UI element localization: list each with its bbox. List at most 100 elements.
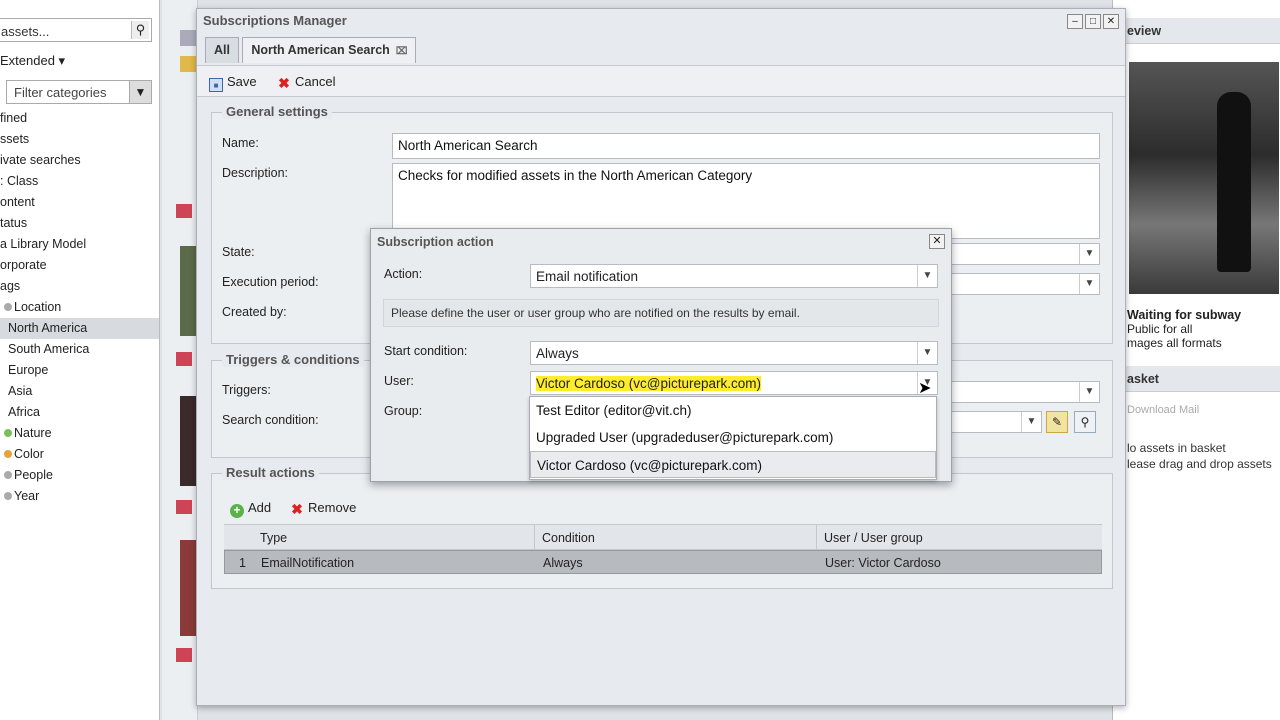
preview-image[interactable] [1129,62,1279,294]
save-icon: ■ [209,78,223,92]
asset-type-icon [176,500,192,514]
category-item-europe[interactable]: Europe [0,360,159,381]
category-item-north-america[interactable]: North America [0,318,159,339]
add-icon: + [230,504,244,518]
action-label: Action: [384,267,423,281]
preview-caption-line1: Public for all [1127,322,1193,336]
dropdown-option[interactable]: Upgraded User (upgradeduser@picturepark.… [530,424,936,451]
basket-header: asket [1113,366,1280,392]
result-actions-grid: Type Condition User / User group 1 Email… [224,524,1102,574]
asset-thumbnail[interactable] [180,540,196,636]
tab-close-icon[interactable]: ⌧ [396,46,408,57]
filter-categories-placeholder: Filter categories [14,85,107,100]
start-condition-select[interactable]: Always ▼ [530,341,938,365]
category-tree: fined ssets ivate searches : Class onten… [0,108,159,507]
category-item[interactable]: : Class [0,171,159,192]
color-icon [4,450,12,458]
preview-caption-title: Waiting for subway [1127,308,1242,322]
filter-categories-input[interactable]: Filter categories ▼ [6,80,152,104]
dropdown-option[interactable]: Test Editor (editor@vit.ch) [530,397,936,424]
nature-icon [4,429,12,437]
asset-thumbnail[interactable] [180,246,196,336]
people-icon [4,471,12,479]
tab-all[interactable]: All [205,37,239,63]
search-condition-label: Search condition: [222,413,319,427]
dialog-note: Please define the user or user group who… [383,299,939,327]
chevron-down-icon[interactable]: ▼ [1079,244,1099,264]
user-dropdown-list: Test Editor (editor@vit.ch) Upgraded Use… [529,396,937,480]
tab-north-american-search[interactable]: North American Search ⌧ [242,37,417,63]
search-icon[interactable]: ⚲ [1074,411,1096,433]
category-item[interactable]: ags [0,276,159,297]
asset-search-input[interactable]: assets... ⚲ [0,18,152,42]
category-item-nature[interactable]: Nature [0,423,159,444]
column-condition[interactable]: Condition [542,531,595,545]
category-item[interactable]: fined [0,108,159,129]
chevron-down-icon[interactable]: ▼ [917,342,937,364]
execution-period-label: Execution period: [222,275,319,289]
remove-icon: ✖ [291,501,303,517]
asset-type-icon [176,352,192,366]
category-item[interactable]: ontent [0,192,159,213]
remove-button[interactable]: ✖ Remove [290,500,356,516]
category-item[interactable]: ivate searches [0,150,159,171]
asset-thumbnail-strip [162,0,198,720]
close-icon[interactable]: ✕ [1103,14,1119,29]
asset-type-icon [176,204,192,218]
dialog-title: Subscription action [377,235,494,249]
search-mode-dropdown[interactable]: Extended ▾ [0,53,65,69]
basket-empty-message: lo assets in basket lease drag and drop … [1127,441,1272,471]
chevron-down-icon[interactable]: ▼ [1079,382,1099,402]
table-row[interactable]: 1 EmailNotification Always User: Victor … [224,550,1102,574]
result-actions-group: Result actions + Add ✖ Remove Type Conditi… [211,465,1113,589]
chevron-down-icon[interactable]: ▼ [917,265,937,287]
user-select[interactable]: Victor Cardoso (vc@picturepark.com) ▼ [530,371,938,395]
cancel-button[interactable]: ✖ Cancel [277,74,335,90]
category-item-asia[interactable]: Asia [0,381,159,402]
folder-icon[interactable] [180,56,196,72]
grid-header: Type Condition User / User group [224,524,1102,551]
column-type[interactable]: Type [260,531,287,545]
search-icon[interactable]: ⚲ [131,21,149,39]
asset-type-icon [176,648,192,662]
chevron-down-icon[interactable]: ▼ [1021,412,1041,432]
category-item-people[interactable]: People [0,465,159,486]
category-item[interactable]: tatus [0,213,159,234]
edit-pencil-icon[interactable]: ✎ [1046,411,1068,433]
year-icon [4,492,12,500]
category-item-south-america[interactable]: South America [0,339,159,360]
action-select[interactable]: Email notification ▼ [530,264,938,288]
thumbnail-icon[interactable] [180,30,196,46]
chevron-down-icon[interactable]: ▼ [1079,274,1099,294]
category-item[interactable]: ssets [0,129,159,150]
preview-header: eview [1113,18,1280,44]
asset-thumbnail[interactable] [180,396,196,486]
name-field[interactable]: North American Search [392,133,1100,159]
triggers-conditions-title: Triggers & conditions [222,352,364,367]
tab-bar: All North American Search ⌧ [205,37,417,63]
result-actions-title: Result actions [222,465,319,480]
window-controls: – □ ✕ [1065,13,1119,29]
category-item-location[interactable]: Location [0,297,159,318]
close-icon[interactable]: ✕ [929,234,945,249]
user-label: User: [384,374,414,388]
category-item-year[interactable]: Year [0,486,159,507]
row-condition: Always [543,556,583,570]
add-button[interactable]: + Add [230,500,271,518]
category-item[interactable]: a Library Model [0,234,159,255]
row-index: 1 [239,556,246,570]
basket-buttons: Download Mail [1127,404,1200,416]
toolbar: ■ Save ✖ Cancel [197,65,1125,97]
category-item-africa[interactable]: Africa [0,402,159,423]
minimize-icon[interactable]: – [1067,14,1083,29]
maximize-icon[interactable]: □ [1085,14,1101,29]
name-label: Name: [222,136,259,150]
column-user-group[interactable]: User / User group [824,531,923,545]
category-item[interactable]: orporate [0,255,159,276]
description-label: Description: [222,166,288,180]
filter-icon[interactable]: ▼ [129,81,151,103]
category-item-color[interactable]: Color [0,444,159,465]
save-button[interactable]: ■ Save [209,74,257,92]
row-type: EmailNotification [261,556,355,570]
dropdown-option-selected[interactable]: Victor Cardoso (vc@picturepark.com) [530,451,936,478]
